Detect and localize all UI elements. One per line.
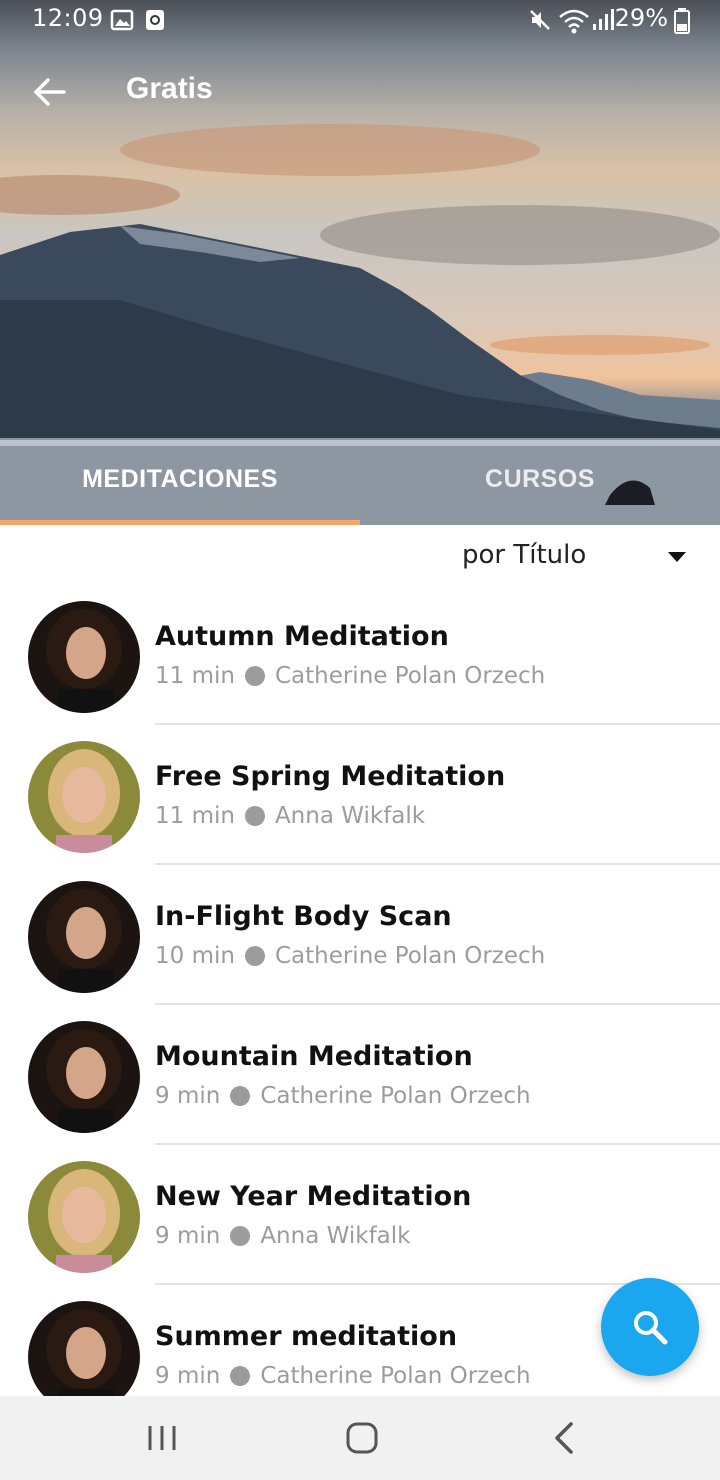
list-item[interactable]: In-Flight Body Scan 10 min Catherine Pol… bbox=[0, 865, 720, 1005]
item-author: Anna Wikfalk bbox=[260, 1223, 411, 1249]
separator-dot bbox=[230, 1226, 251, 1246]
separator-dot bbox=[244, 806, 265, 826]
item-author: Anna Wikfalk bbox=[274, 803, 426, 829]
separator-dot bbox=[230, 1366, 251, 1386]
item-author: Catherine Polan Orzech bbox=[260, 1083, 531, 1109]
item-duration: 9 min bbox=[155, 1363, 221, 1389]
mute-icon bbox=[530, 10, 550, 30]
clock: 12:09 bbox=[32, 4, 104, 32]
item-title: Mountain Meditation bbox=[155, 1041, 473, 1072]
search-button[interactable] bbox=[601, 1278, 699, 1376]
signal-icon bbox=[593, 9, 614, 30]
header-image: 12:09 29% Gratis MEDITACIONES CURSOS bbox=[0, 0, 720, 525]
avatar bbox=[28, 1161, 140, 1273]
list-item[interactable]: New Year Meditation 9 min Anna Wikfalk bbox=[0, 1145, 720, 1285]
list-item[interactable]: Autumn Meditation 11 min Catherine Polan… bbox=[0, 585, 720, 725]
avatar bbox=[28, 1021, 140, 1133]
navigation-bar bbox=[0, 1396, 720, 1480]
item-title: Summer meditation bbox=[155, 1321, 458, 1352]
avatar bbox=[28, 601, 140, 713]
item-meta: 11 min Catherine Polan Orzech bbox=[155, 663, 545, 689]
screenshot-icon bbox=[146, 10, 164, 30]
home-icon[interactable] bbox=[342, 1418, 382, 1458]
recent-apps-icon[interactable] bbox=[142, 1418, 182, 1458]
wifi-icon bbox=[559, 9, 589, 34]
separator-dot bbox=[244, 946, 265, 966]
item-meta: 9 min Anna Wikfalk bbox=[155, 1223, 410, 1249]
item-meta: 9 min Catherine Polan Orzech bbox=[155, 1363, 531, 1389]
sort-label: por Título bbox=[462, 540, 587, 570]
avatar bbox=[28, 741, 140, 853]
item-meta: 9 min Catherine Polan Orzech bbox=[155, 1083, 531, 1109]
status-bar: 12:09 29% bbox=[0, 0, 720, 42]
separator-dot bbox=[230, 1086, 251, 1106]
tab-cursos[interactable]: CURSOS bbox=[360, 465, 720, 494]
gallery-icon bbox=[110, 9, 134, 31]
tab-meditaciones[interactable]: MEDITACIONES bbox=[0, 465, 360, 494]
item-title: In-Flight Body Scan bbox=[155, 901, 452, 932]
battery-percentage: 29% bbox=[614, 4, 668, 32]
item-title: Free Spring Meditation bbox=[155, 761, 506, 792]
item-author: Catherine Polan Orzech bbox=[260, 1363, 531, 1389]
tab-indicator bbox=[0, 520, 360, 525]
mountain-landscape-image bbox=[0, 124, 720, 525]
item-meta: 10 min Catherine Polan Orzech bbox=[155, 943, 545, 969]
item-author: Catherine Polan Orzech bbox=[274, 663, 546, 689]
item-meta: 11 min Anna Wikfalk bbox=[155, 803, 425, 829]
back-arrow-icon[interactable] bbox=[28, 70, 72, 114]
item-title: Autumn Meditation bbox=[155, 621, 449, 652]
separator-dot bbox=[244, 666, 265, 686]
page-title: Gratis bbox=[126, 72, 213, 105]
item-title: New Year Meditation bbox=[155, 1181, 472, 1212]
search-icon bbox=[634, 1311, 668, 1345]
item-duration: 9 min bbox=[155, 1223, 221, 1249]
item-author: Catherine Polan Orzech bbox=[274, 943, 546, 969]
item-duration: 11 min bbox=[155, 803, 235, 829]
item-duration: 10 min bbox=[155, 943, 235, 969]
list-item[interactable]: Mountain Meditation 9 min Catherine Pola… bbox=[0, 1005, 720, 1145]
dropdown-arrow-icon bbox=[668, 552, 686, 562]
item-duration: 11 min bbox=[155, 663, 235, 689]
list-item[interactable]: Free Spring Meditation 11 min Anna Wikfa… bbox=[0, 725, 720, 865]
battery-icon bbox=[674, 8, 690, 34]
back-icon[interactable] bbox=[545, 1418, 585, 1458]
item-duration: 9 min bbox=[155, 1083, 221, 1109]
avatar bbox=[28, 881, 140, 993]
